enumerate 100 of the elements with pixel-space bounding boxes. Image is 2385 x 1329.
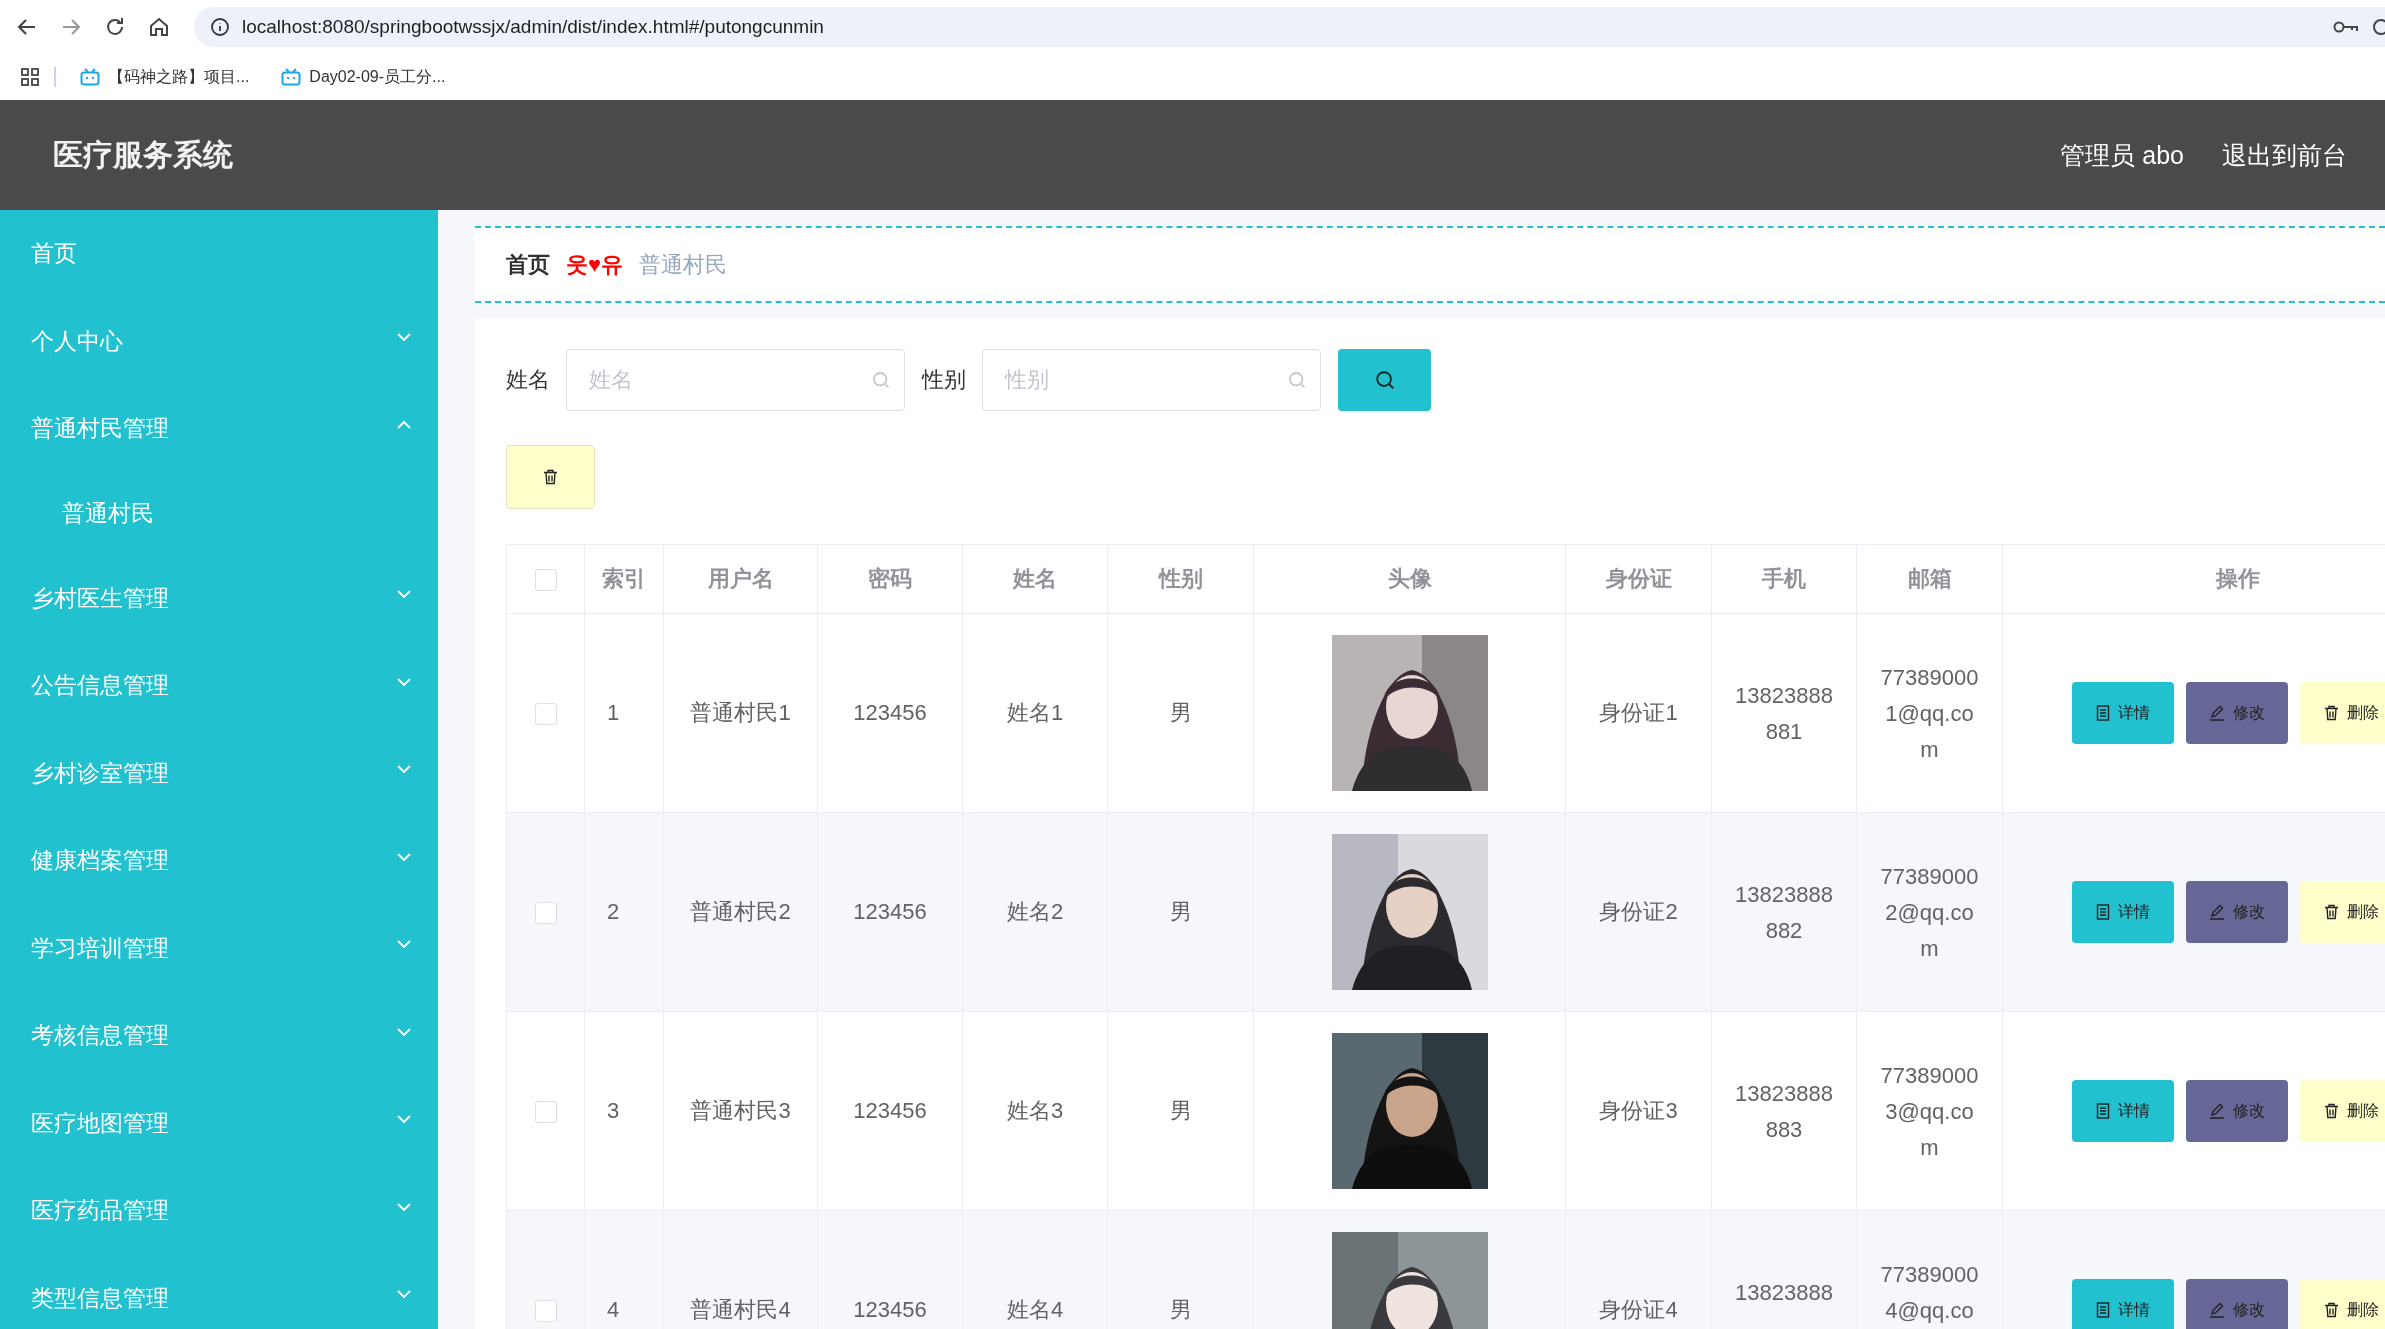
tv-icon xyxy=(281,68,302,86)
logout-link[interactable]: 退出到前台 xyxy=(2222,138,2347,172)
info-icon[interactable] xyxy=(210,17,230,37)
checkbox[interactable] xyxy=(534,1300,557,1323)
address-bar[interactable]: localhost:8080/springbootwssjx/admin/dist/index.html#/putongcunmin xyxy=(194,7,2385,47)
column-header: 密码 xyxy=(817,544,963,614)
table-cell: 姓名4 xyxy=(962,1210,1108,1329)
table-cell: 男 xyxy=(1107,613,1254,813)
document-icon xyxy=(2096,1302,2110,1318)
apps-icon[interactable] xyxy=(20,67,40,87)
trash-icon xyxy=(2323,1302,2339,1318)
table-cell: 普通村民1 xyxy=(663,613,818,813)
reload-icon[interactable] xyxy=(104,16,126,38)
table-cell-text: 773890001@qq.com xyxy=(1879,664,1980,764)
table-cell: 身份证1 xyxy=(1565,613,1712,813)
detail-button[interactable]: 详情 xyxy=(2072,1279,2174,1329)
edit-button[interactable]: 修改 xyxy=(2186,1080,2288,1142)
bookmark[interactable]: 【码神之路】项目... xyxy=(80,66,250,88)
pencil-icon xyxy=(2209,904,2225,920)
table-cell: 身份证2 xyxy=(1565,812,1712,1012)
delete-button[interactable]: 删除 xyxy=(2300,682,2385,744)
table-cell-text: 773890003@qq.com xyxy=(1879,1062,1980,1162)
table-cell: 男 xyxy=(1107,1210,1254,1329)
column-header: 邮箱 xyxy=(1856,544,2003,614)
search-field[interactable]: 姓名 xyxy=(566,349,905,411)
search-icon xyxy=(1373,369,1396,391)
delete-button[interactable]: 删除 xyxy=(2300,1279,2385,1329)
document-icon xyxy=(2096,705,2110,721)
menu-item[interactable]: 医疗药品管理 xyxy=(0,1167,438,1255)
app-title: 医疗服务系统 xyxy=(53,136,234,173)
zoom-icon[interactable] xyxy=(2371,17,2385,37)
table-cell: 男 xyxy=(1107,812,1254,1012)
table-cell-text: 13823888883 xyxy=(1734,1080,1834,1144)
trash-icon xyxy=(2323,705,2339,721)
column-header: 身份证 xyxy=(1565,544,1712,614)
menu-item[interactable]: 个人中心 xyxy=(0,297,438,385)
breadcrumb-link[interactable]: 首页 xyxy=(506,249,550,280)
bookmark[interactable]: Day02-09-员工分... xyxy=(281,66,446,88)
menu-item[interactable]: 首页 xyxy=(0,210,438,298)
pencil-icon xyxy=(2209,1103,2225,1119)
edit-button[interactable]: 修改 xyxy=(2186,1279,2288,1329)
detail-button[interactable]: 详情 xyxy=(2072,881,2174,943)
field-label: 性别 xyxy=(922,366,966,394)
column-header: 姓名 xyxy=(962,544,1108,614)
delete-button[interactable]: 删除 xyxy=(2300,1080,2385,1142)
field-label: 姓名 xyxy=(506,366,550,394)
breadcrumb-current: 普通村民 xyxy=(639,250,728,279)
column-header: 头像 xyxy=(1253,544,1566,614)
checkbox[interactable] xyxy=(534,569,557,592)
table-cell: 男 xyxy=(1107,1011,1254,1211)
checkbox[interactable] xyxy=(534,1101,557,1124)
menu-item[interactable]: 考核信息管理 xyxy=(0,992,438,1080)
table-cell-text: 13823888 xyxy=(1734,1279,1834,1307)
table-cell: 2 xyxy=(584,812,664,1012)
search-field[interactable]: 性别 xyxy=(982,349,1321,411)
address-text: localhost:8080/springbootwssjx/admin/dist/index.html#/putongcunmin xyxy=(242,16,824,38)
menu-item[interactable]: 普通村民管理 xyxy=(0,385,438,473)
delete-button[interactable] xyxy=(506,445,595,509)
checkbox[interactable] xyxy=(534,902,557,925)
document-icon xyxy=(2096,904,2110,920)
edit-button[interactable]: 修改 xyxy=(2186,881,2288,943)
detail-button[interactable]: 详情 xyxy=(2072,1080,2174,1142)
column-header: 索引 xyxy=(584,544,664,614)
menu-item[interactable]: 公告信息管理 xyxy=(0,642,438,730)
table-cell-text: 13823888881 xyxy=(1734,682,1834,746)
trash-icon xyxy=(2323,904,2339,920)
delete-button[interactable]: 删除 xyxy=(2300,881,2385,943)
user-label: 管理员 abo xyxy=(2060,139,2184,171)
submenu-item[interactable]: 普通村民 xyxy=(0,472,438,555)
table-cell: 123456 xyxy=(817,1011,963,1211)
document-icon xyxy=(2096,1103,2110,1119)
trash-icon xyxy=(543,469,558,485)
column-header: 性别 xyxy=(1107,544,1254,614)
menu-item[interactable]: 医疗地图管理 xyxy=(0,1079,438,1167)
breadcrumb-separator: 웃♥유 xyxy=(566,250,624,279)
menu-item[interactable]: 健康档案管理 xyxy=(0,817,438,905)
menu-item[interactable]: 乡村诊室管理 xyxy=(0,729,438,817)
detail-button[interactable]: 详情 xyxy=(2072,682,2174,744)
column-header: 用户名 xyxy=(663,544,818,614)
tv-icon xyxy=(80,68,100,86)
table-cell: 普通村民2 xyxy=(663,812,818,1012)
table-cell: 身份证4 xyxy=(1565,1210,1712,1329)
search-icon xyxy=(871,370,891,390)
menu-item[interactable]: 学习培训管理 xyxy=(0,904,438,992)
key-icon[interactable] xyxy=(2333,19,2359,35)
pencil-icon xyxy=(2209,1302,2225,1318)
home-icon[interactable] xyxy=(148,16,170,38)
pencil-icon xyxy=(2209,705,2225,721)
table-cell: 身份证3 xyxy=(1565,1011,1712,1211)
table-cell: 普通村民4 xyxy=(663,1210,818,1329)
table-cell-text: 773890002@qq.com xyxy=(1879,863,1980,963)
table-cell: 姓名1 xyxy=(962,613,1108,813)
table-cell-text: 13823888882 xyxy=(1734,881,1834,945)
menu-item[interactable]: 类型信息管理 xyxy=(0,1254,438,1329)
search-button[interactable] xyxy=(1338,349,1431,411)
checkbox[interactable] xyxy=(534,703,557,726)
table-cell: 1 xyxy=(584,613,664,813)
menu-item[interactable]: 乡村医生管理 xyxy=(0,554,438,642)
table-cell-text: 773890004@qq.co xyxy=(1879,1261,1980,1325)
edit-button[interactable]: 修改 xyxy=(2186,682,2288,744)
